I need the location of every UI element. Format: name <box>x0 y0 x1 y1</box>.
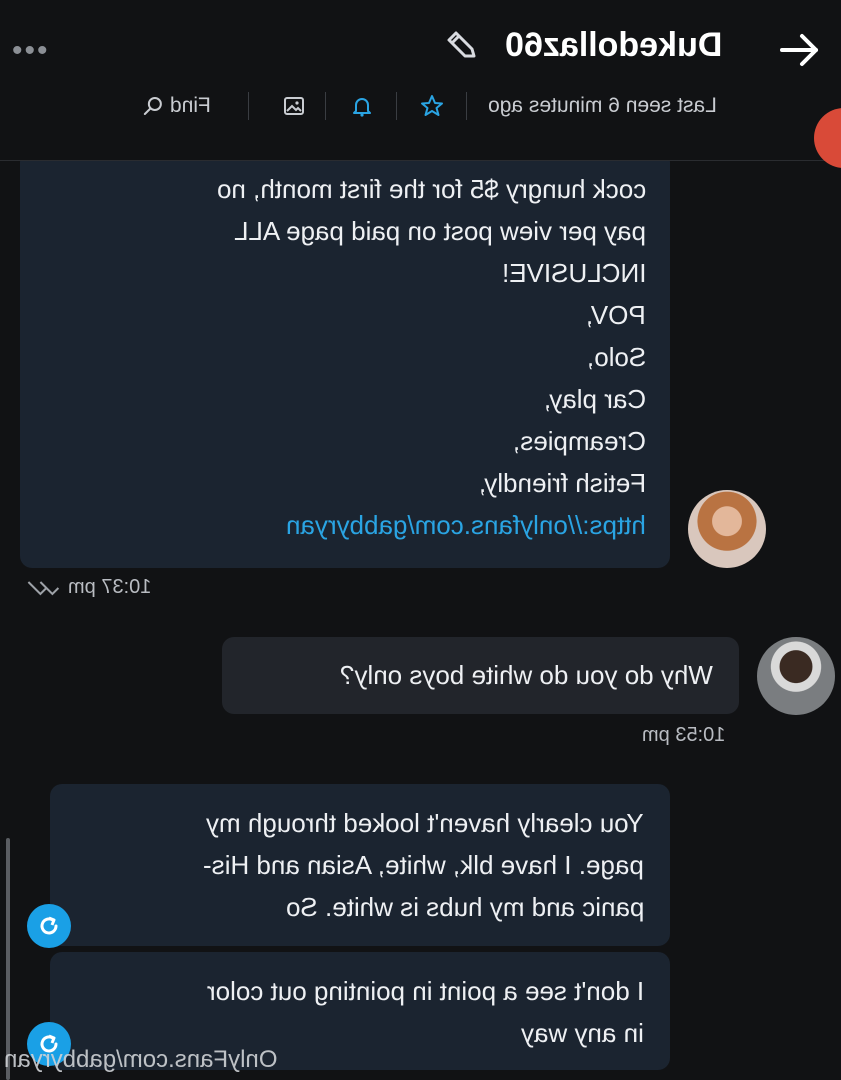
chat-header: ••• Dukedollaz60 Last seen 6 minutes ago <box>0 0 841 168</box>
sender-avatar[interactable] <box>688 490 766 568</box>
last-seen-text: Last seen 6 minutes ago <box>488 94 717 117</box>
message-text: Why do you do white boys only? <box>340 654 713 696</box>
line-text: Fetish friendly, <box>478 468 646 498</box>
message-line: pay per view post on paid page ALL <box>217 210 646 252</box>
timestamp-text: 10:37 pm <box>68 576 152 598</box>
message-bubble-incoming: You clearly haven't looked through my pa… <box>50 784 670 946</box>
message-text: cock hungry $5 for the first month, no p… <box>217 168 646 546</box>
timestamp-text: 10:53 pm <box>642 724 726 746</box>
line-text: Solo, <box>586 342 646 372</box>
message-line: Solo, <box>217 336 646 378</box>
line-text: Car play, <box>543 384 646 414</box>
message-line: panic and my hubs is white. So <box>203 886 644 928</box>
line-text: pay per view post on paid page ALL <box>234 216 646 246</box>
message-line: I don't see a point in pointing out colo… <box>207 970 644 1012</box>
double-check-icon <box>27 580 59 595</box>
line-text: Why do you do white boys only? <box>340 660 713 690</box>
line-text: page. I have blk, white, Asian and His- <box>203 850 644 880</box>
message-line: You clearly haven't looked through my <box>203 802 644 844</box>
message-line: POV, <box>217 294 646 336</box>
last-seen-status: Last seen 6 minutes ago <box>488 94 717 118</box>
message-text: You clearly haven't looked through my pa… <box>203 802 644 928</box>
message-timestamp: 10:37 pm <box>22 576 151 599</box>
message-bubble-outgoing: Why do you do white boys only? <box>222 637 739 714</box>
find-button[interactable]: Find <box>142 94 211 118</box>
message-line: Car play, <box>217 378 646 420</box>
line-text: POV, <box>586 300 646 330</box>
live-badge-icon[interactable] <box>814 108 841 168</box>
chat-title-text: Dukedollaz60 <box>505 26 723 64</box>
recipient-avatar[interactable] <box>757 637 835 715</box>
message-line: Fetish friendly, <box>217 462 646 504</box>
message-link: https://onlyfans.com/gabbyryan <box>217 504 646 546</box>
image-gallery-icon[interactable] <box>282 94 306 123</box>
message-line: INCLUSIVE! <box>217 252 647 294</box>
watermark-text: OnlyFans.com/gabbyryan <box>4 1046 278 1073</box>
search-icon <box>144 97 162 115</box>
bell-icon[interactable] <box>350 94 374 123</box>
line-text: in any way <box>521 1018 644 1048</box>
redo-icon[interactable] <box>27 904 71 948</box>
message-bubble-incoming: cock hungry $5 for the first month, no p… <box>20 150 670 568</box>
watermark: OnlyFans.com/gabbyryan <box>4 1046 277 1074</box>
star-icon[interactable] <box>420 94 444 123</box>
edit-pencil-icon[interactable] <box>444 28 480 69</box>
line-text: cock hungry $5 for the first month, no <box>216 174 646 204</box>
message-line: page. I have blk, white, Asian and His- <box>203 844 644 886</box>
message-line: Creampies, <box>217 420 646 462</box>
message-text: I don't see a point in pointing out colo… <box>207 970 644 1054</box>
line-text: panic and my hubs is white. So <box>285 892 644 922</box>
line-text: I don't see a point in pointing out colo… <box>206 976 644 1006</box>
divider <box>248 92 249 120</box>
profile-link[interactable]: https://onlyfans.com/gabbyryan <box>286 504 646 546</box>
line-text: You clearly haven't looked through my <box>206 808 644 838</box>
divider <box>466 92 467 120</box>
message-timestamp: 10:53 pm <box>642 724 725 747</box>
scrollbar[interactable] <box>6 838 10 1080</box>
find-label: Find <box>170 94 211 117</box>
back-arrow-icon[interactable] <box>778 28 822 77</box>
divider <box>325 92 326 120</box>
divider <box>396 92 397 120</box>
chat-title: Dukedollaz60 <box>505 26 722 65</box>
more-options-icon[interactable]: ••• <box>12 34 50 68</box>
line-text: Creampies, <box>513 426 646 456</box>
message-line: cock hungry $5 for the first month, no <box>217 168 646 210</box>
line-text: INCLUSIVE! <box>501 258 647 288</box>
